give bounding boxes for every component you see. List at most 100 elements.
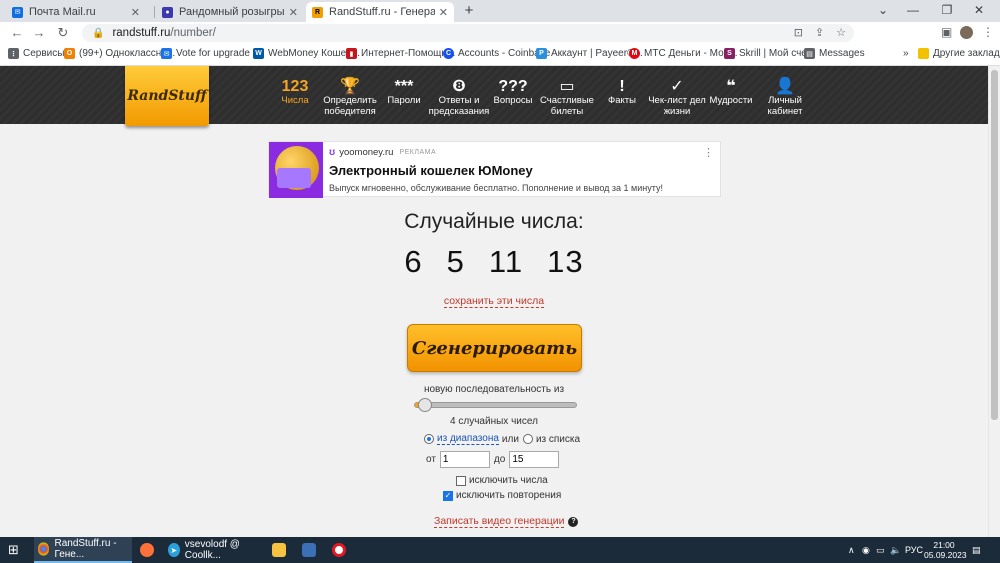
record-video-link[interactable]: Записать видео генерации [434, 515, 565, 528]
other-bookmarks[interactable]: Другие закладки [918, 48, 1000, 59]
save-numbers-link-row: сохранить эти числа [0, 295, 988, 308]
slider-handle[interactable] [418, 398, 433, 412]
range-inputs: от до [426, 451, 563, 468]
forward-icon[interactable]: → [30, 24, 48, 42]
taskbar-app-label: vsevolodf @ Coollk... [184, 539, 240, 561]
chrome-icon [38, 542, 50, 556]
menu-icon[interactable]: ⋮ [982, 25, 994, 39]
bookmark-item[interactable]: ▮ Интернет-Помощн... [346, 48, 455, 59]
bookmarks-overflow-button[interactable]: » [903, 48, 909, 59]
network-icon[interactable]: ▭ [876, 537, 885, 563]
exclude-repeats-option[interactable]: ✓ исключить повторения [443, 490, 561, 501]
page-scrollbar[interactable] [988, 66, 1000, 537]
close-icon[interactable]: ✕ [131, 6, 140, 19]
site-logo[interactable]: RandStuff [125, 66, 209, 126]
nav-label: Пароли [387, 95, 421, 106]
ticket-icon: ▭ [559, 78, 575, 95]
bookmark-item[interactable]: М МТС Деньги - Мои... [629, 48, 738, 59]
count-label: 4 случайных чисел [450, 416, 538, 427]
count-slider[interactable] [414, 398, 577, 412]
generator-title: Случайные числа: [404, 210, 584, 233]
questions-icon: ??? [498, 78, 528, 95]
ad-text: Выпуск мгновенно, обслуживание бесплатно… [329, 183, 663, 193]
password-icon: *** [394, 78, 414, 95]
list-radio[interactable] [522, 434, 533, 444]
reload-icon[interactable]: ↻ [54, 24, 72, 42]
taskbar-app-save[interactable] [302, 537, 321, 563]
taskbar-app-explorer[interactable] [272, 537, 291, 563]
tray-chevron-icon[interactable]: ∧ [848, 537, 855, 563]
ad-banner[interactable]: ʊ yoomoney.ru РЕКЛАМА Электронный кошелек … [268, 141, 721, 198]
bookmarks-bar: ⋮ Сервисы О (99+) Одноклассни... ✉ Vote for… [0, 44, 1000, 66]
url-domain: randstuff.ru [112, 27, 171, 39]
yoomoney-logo-icon: ʊ [329, 147, 336, 158]
ad-brand: ʊ yoomoney.ru РЕКЛАМА [329, 147, 436, 158]
close-icon[interactable]: ✕ [289, 6, 298, 19]
taskbar-clock[interactable]: 21:00 05.09.2023 [924, 540, 967, 560]
bookmark-item[interactable]: ✉ Vote for upgrade -... [161, 48, 264, 59]
bookmark-item[interactable]: ▤ Messages [804, 48, 865, 59]
bookmark-item[interactable]: S Skrill | Мой счет [724, 48, 811, 59]
scrollbar-thumb[interactable] [991, 70, 998, 420]
close-icon[interactable]: ✕ [439, 6, 448, 19]
taskbar-app-telegram[interactable]: ➤ vsevolodf @ Coollk... [168, 537, 264, 563]
nav-account[interactable]: 👤 Личный кабинет [752, 66, 818, 124]
exclude-numbers-checkbox[interactable] [456, 475, 466, 486]
sequence-label: новую последовательность из [423, 384, 565, 395]
exclude-repeats-checkbox[interactable]: ✓ [443, 490, 453, 501]
tab-randstuff[interactable]: R RandStuff.ru - Генератор случай ✕ [306, 2, 454, 22]
side-panel-icon[interactable]: ▣ [941, 25, 952, 39]
range-mode-link[interactable]: из диапазона [437, 433, 499, 445]
more-icon[interactable]: ⋮ [703, 146, 714, 159]
randstuff-icon: R [312, 6, 323, 18]
tab-giveaway[interactable]: ● Рандомный розыгрыш промок ✕ [156, 2, 304, 22]
exclude-numbers-option[interactable]: исключить числа [456, 475, 548, 486]
close-window-button[interactable]: ✕ [964, 0, 994, 22]
help-icon[interactable]: ? [568, 516, 579, 527]
bookmark-item[interactable]: ⋮ Сервисы [8, 48, 64, 59]
apps-grid-icon: ⋮ [8, 48, 19, 59]
volume-icon[interactable]: 🔈 [890, 537, 901, 563]
bookmark-item[interactable]: P Аккаунт | Payeer®... [536, 48, 643, 59]
taskbar-app-opera[interactable] [332, 537, 351, 563]
ok-icon: О [64, 48, 75, 59]
to-input[interactable] [509, 451, 560, 468]
generate-button[interactable]: Сгенерировать [407, 324, 582, 372]
restore-button[interactable]: ❐ [932, 0, 962, 22]
list-mode-label[interactable]: из списка [536, 434, 580, 445]
notifications-icon[interactable]: ▤ [972, 537, 981, 563]
clock-time: 21:00 [933, 540, 955, 550]
address-bar[interactable]: 🔒 randstuff.ru/number/ ⊡ ⇪ ☆ [82, 24, 854, 42]
new-tab-button[interactable]: + [460, 2, 478, 20]
share-icon[interactable]: ⇪ [815, 26, 824, 39]
bookmark-item[interactable]: О (99+) Одноклассни... [64, 48, 175, 59]
opera-icon [332, 543, 346, 557]
quote-icon: ❝ [726, 78, 736, 95]
tab-mail[interactable]: ✉ Почта Mail.ru ✕ [6, 2, 146, 22]
generate-button-label: Сгенерировать [411, 337, 578, 359]
range-radio[interactable] [424, 434, 434, 444]
nav-label: Числа [281, 95, 309, 106]
taskbar-app-firefox[interactable] [140, 537, 159, 563]
bookmark-item[interactable]: W WebMoney Кошел... [253, 48, 360, 59]
bookmark-item[interactable]: C Accounts - Coinbase [443, 48, 550, 59]
tab-search-icon[interactable]: ⌄ [868, 0, 898, 22]
profile-avatar[interactable] [960, 26, 973, 39]
from-input[interactable] [439, 451, 490, 468]
back-icon[interactable]: ← [8, 24, 26, 42]
tray-app-icon[interactable]: ◉ [862, 537, 870, 563]
bookmark-star-icon[interactable]: ☆ [836, 26, 846, 39]
save-numbers-link[interactable]: сохранить эти числа [443, 295, 545, 308]
taskbar-app-chrome[interactable]: RandStuff.ru - Гене... [34, 537, 132, 563]
language-indicator[interactable]: РУС [905, 537, 923, 563]
tab-separator [154, 6, 155, 18]
explorer-icon [272, 543, 286, 557]
payeer-icon: P [536, 48, 547, 59]
google-lens-icon[interactable]: ⊡ [794, 26, 803, 39]
save-icon [302, 543, 316, 557]
url-path: /number/ [170, 27, 216, 39]
minimize-button[interactable]: — [898, 0, 928, 22]
folder-icon [918, 48, 929, 59]
url-text: randstuff.ru/number/ [112, 27, 215, 39]
windows-start-icon[interactable]: ⊞ [8, 537, 19, 563]
